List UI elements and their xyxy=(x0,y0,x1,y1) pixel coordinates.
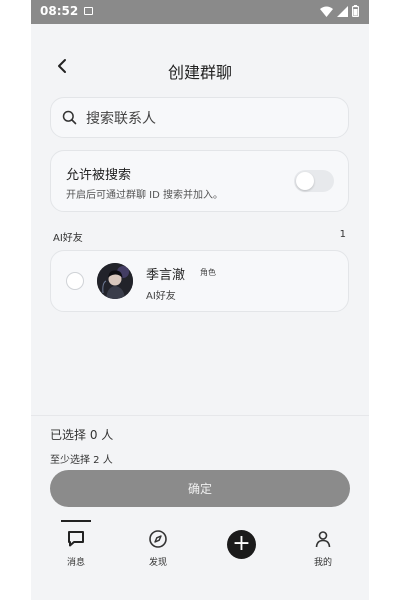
contact-name: 季言澈 xyxy=(146,268,186,283)
select-radio[interactable] xyxy=(66,272,84,290)
battery-icon xyxy=(352,5,359,17)
contact-list-item[interactable]: 季言澈 角色 AI好友 xyxy=(50,250,349,312)
signal-icon xyxy=(337,5,348,17)
nav-label-profile: 我的 xyxy=(313,558,332,568)
compass-icon xyxy=(149,530,167,548)
avatar xyxy=(97,263,133,299)
searchable-permission-card: 允许被搜索 开启后可通过群聊 ID 搜索并加入。 xyxy=(50,150,349,212)
notification-icon xyxy=(84,7,93,15)
permission-title: 允许被搜索 xyxy=(66,168,132,183)
status-icons xyxy=(320,5,359,17)
section-count: 1 xyxy=(339,229,346,240)
search-bar[interactable] xyxy=(50,97,349,138)
minimum-hint: 至少选择 2 人 xyxy=(50,455,113,466)
nav-active-indicator xyxy=(61,520,91,522)
nav-item-discover[interactable]: 发现 xyxy=(128,529,188,568)
nav-label-messages: 消息 xyxy=(66,558,85,568)
phone-screen: 08:52 创建群聊 允许被搜索 开启后可通过群聊 ID 搜索并加入。 AI好友… xyxy=(31,0,369,600)
toggle-knob xyxy=(296,172,314,190)
wifi-icon xyxy=(320,6,333,17)
confirm-button[interactable]: 确定 xyxy=(50,470,350,507)
status-bar: 08:52 xyxy=(31,0,369,24)
nav-item-profile[interactable]: 我的 xyxy=(293,529,353,568)
nav-label-discover: 发现 xyxy=(148,558,167,568)
status-time: 08:52 xyxy=(40,4,79,18)
message-icon xyxy=(68,531,84,547)
profile-icon xyxy=(315,531,331,548)
search-input[interactable] xyxy=(84,107,338,131)
plus-icon[interactable]: + xyxy=(227,530,256,559)
contact-role-tag: 角色 xyxy=(200,268,216,277)
header: 创建群聊 xyxy=(31,55,369,85)
searchable-toggle[interactable] xyxy=(294,170,334,192)
search-icon xyxy=(62,110,77,125)
page-title: 创建群聊 xyxy=(167,63,232,82)
section-label: AI好友 xyxy=(53,233,83,244)
bottom-nav: 消息 发现 + 我的 xyxy=(31,515,369,575)
nav-item-messages[interactable]: 消息 xyxy=(46,529,106,568)
footer-divider xyxy=(31,415,369,416)
contact-subtitle: AI好友 xyxy=(146,291,176,302)
permission-description: 开启后可通过群聊 ID 搜索并加入。 xyxy=(66,190,224,201)
selected-count: 已选择 0 人 xyxy=(50,428,114,442)
